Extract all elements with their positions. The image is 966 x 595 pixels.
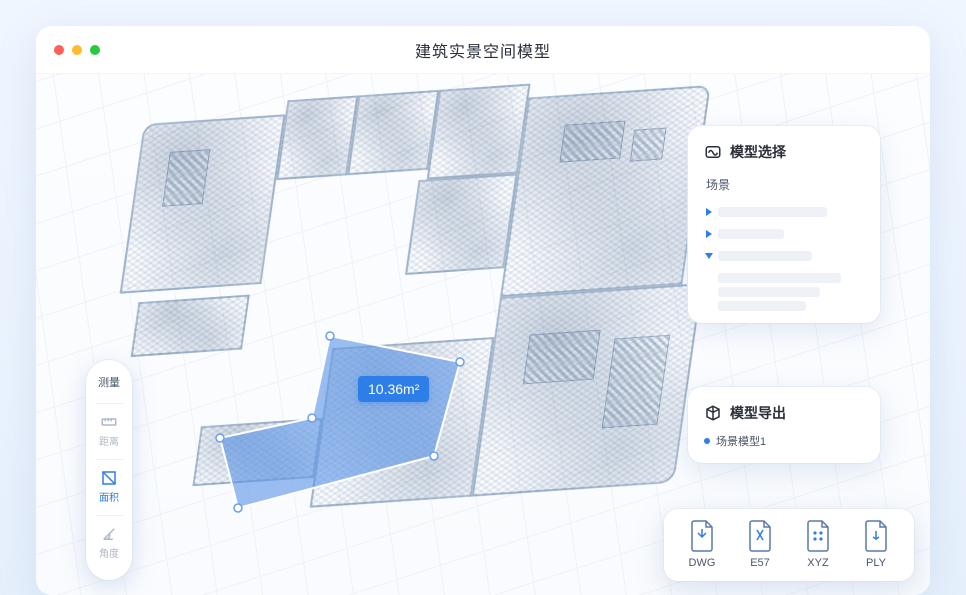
format-ply[interactable]: PLY: [854, 519, 898, 569]
format-e57[interactable]: E57: [738, 519, 782, 569]
format-label: DWG: [689, 557, 716, 569]
page-title: 建筑实景空间模型: [415, 38, 551, 62]
format-dwg[interactable]: DWG: [680, 519, 724, 569]
toolbar-title: 测量: [98, 374, 120, 390]
export-item-label: 场景模型1: [716, 433, 766, 449]
file-icon: [862, 519, 890, 553]
tool-angle[interactable]: 角度: [86, 519, 132, 568]
chevron-right-icon: [706, 230, 712, 238]
format-label: XYZ: [807, 557, 828, 569]
maximize-icon[interactable]: [90, 45, 100, 55]
tree-item[interactable]: [718, 287, 820, 297]
minimize-icon[interactable]: [72, 45, 82, 55]
chevron-down-icon: [705, 253, 713, 259]
tree-item[interactable]: [718, 273, 841, 283]
window-controls: [54, 45, 100, 55]
cube-icon: [704, 404, 722, 422]
wave-icon: [704, 143, 722, 161]
angle-icon: [100, 525, 118, 543]
point-cloud-model: [38, 74, 754, 586]
tree-item[interactable]: [718, 301, 806, 311]
tree-item[interactable]: [704, 223, 864, 245]
panel-title: 模型导出: [730, 403, 786, 423]
tree-item[interactable]: [704, 201, 864, 223]
file-icon: [746, 519, 774, 553]
tool-label: 距离: [99, 433, 119, 448]
format-xyz[interactable]: XYZ: [796, 519, 840, 569]
tool-label: 面积: [99, 489, 119, 504]
measure-toolbar: 测量 距离 面积 角度: [86, 360, 132, 580]
app-window: 建筑实景空间模型 10.36m² 测量: [36, 26, 930, 595]
file-icon: [804, 519, 832, 553]
chevron-right-icon: [706, 208, 712, 216]
tree-item[interactable]: [704, 245, 864, 267]
area-icon: [100, 469, 118, 487]
ruler-icon: [100, 413, 118, 431]
export-item[interactable]: 场景模型1: [704, 433, 864, 449]
close-icon[interactable]: [54, 45, 64, 55]
file-icon: [688, 519, 716, 553]
measurement-badge: 10.36m²: [358, 376, 429, 402]
format-label: E57: [750, 557, 770, 569]
export-formats: DWG E57 XYZ PLY: [664, 509, 914, 581]
panel-subtitle: 场景: [706, 176, 862, 193]
panel-model-select: 模型选择 场景: [688, 126, 880, 323]
tool-label: 角度: [99, 545, 119, 560]
format-label: PLY: [866, 557, 886, 569]
panel-title: 模型选择: [730, 142, 786, 162]
panel-model-export: 模型导出 场景模型1: [688, 387, 880, 463]
tool-distance[interactable]: 距离: [86, 407, 132, 456]
bullet-icon: [704, 438, 710, 444]
tool-area[interactable]: 面积: [86, 463, 132, 512]
titlebar: 建筑实景空间模型: [36, 26, 930, 74]
